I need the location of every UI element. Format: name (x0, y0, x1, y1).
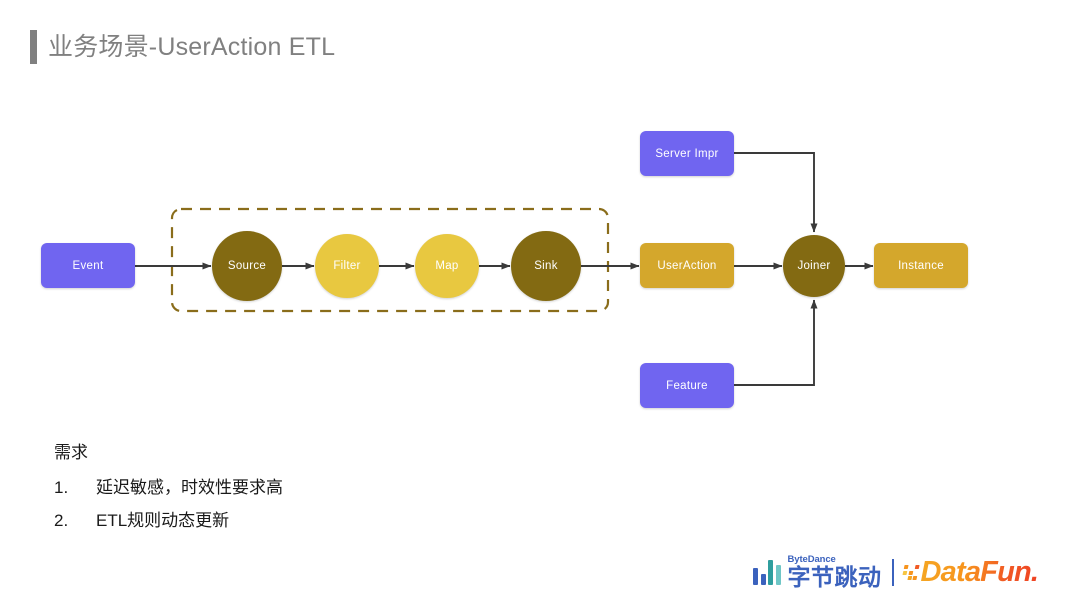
edge-serverimpr-to-joiner (734, 152, 818, 233)
list-item-text: ETL规则动态更新 (96, 511, 230, 530)
list-item-text: 延迟敏感，时效性要求高 (96, 477, 283, 497)
node-feature-label: Feature (666, 379, 708, 392)
node-sink-label: Sink (534, 260, 558, 272)
requirements-section: 需求 1. 延迟敏感，时效性要求高 2. ETL规则动态更新 (54, 440, 614, 542)
bytedance-bars-icon (753, 559, 781, 585)
bytedance-chinese-label: 字节跳动 (787, 564, 882, 591)
list-item: 2. ETL规则动态更新 (54, 508, 614, 534)
node-source-label: Source (227, 260, 267, 272)
node-sink[interactable]: Sink (511, 231, 581, 301)
node-feature[interactable]: Feature (640, 363, 734, 408)
datafun-logo: DataFun. (901, 555, 1039, 588)
node-instance[interactable]: Instance (874, 243, 968, 288)
bytedance-english-label: ByteDance (787, 553, 836, 565)
node-server-impr[interactable]: Server Impr (640, 131, 734, 176)
list-item-number: 2. (54, 511, 69, 530)
node-joiner-label: Joiner (797, 260, 831, 272)
node-instance-label: Instance (898, 259, 944, 272)
node-useraction[interactable]: UserAction (640, 243, 734, 288)
node-joiner[interactable]: Joiner (783, 235, 845, 297)
node-map[interactable]: Map (415, 234, 479, 298)
footer-logos: ByteDance 字节跳动 DataFun. (753, 549, 1039, 595)
node-event-label: Event (72, 259, 104, 272)
node-filter-label: Filter (333, 260, 361, 272)
list-item: 1. 延迟敏感，时效性要求高 (54, 475, 614, 501)
node-source[interactable]: Source (212, 231, 282, 301)
requirements-heading: 需求 (54, 443, 88, 462)
node-event[interactable]: Event (41, 243, 135, 288)
node-map-label: Map (435, 260, 459, 272)
bytedance-logo: ByteDance 字节跳动 (753, 555, 882, 590)
list-item-number: 1. (54, 477, 69, 497)
bytedance-wordmark: ByteDance 字节跳动 (788, 555, 882, 590)
datafun-dots-icon (901, 564, 920, 580)
logo-divider (891, 558, 894, 586)
node-useraction-label: UserAction (657, 259, 717, 272)
node-filter[interactable]: Filter (315, 234, 379, 298)
datafun-wordmark: DataFun. (920, 555, 1039, 588)
edge-feature-to-joiner (734, 299, 818, 386)
node-server-impr-label: Server Impr (655, 147, 719, 160)
